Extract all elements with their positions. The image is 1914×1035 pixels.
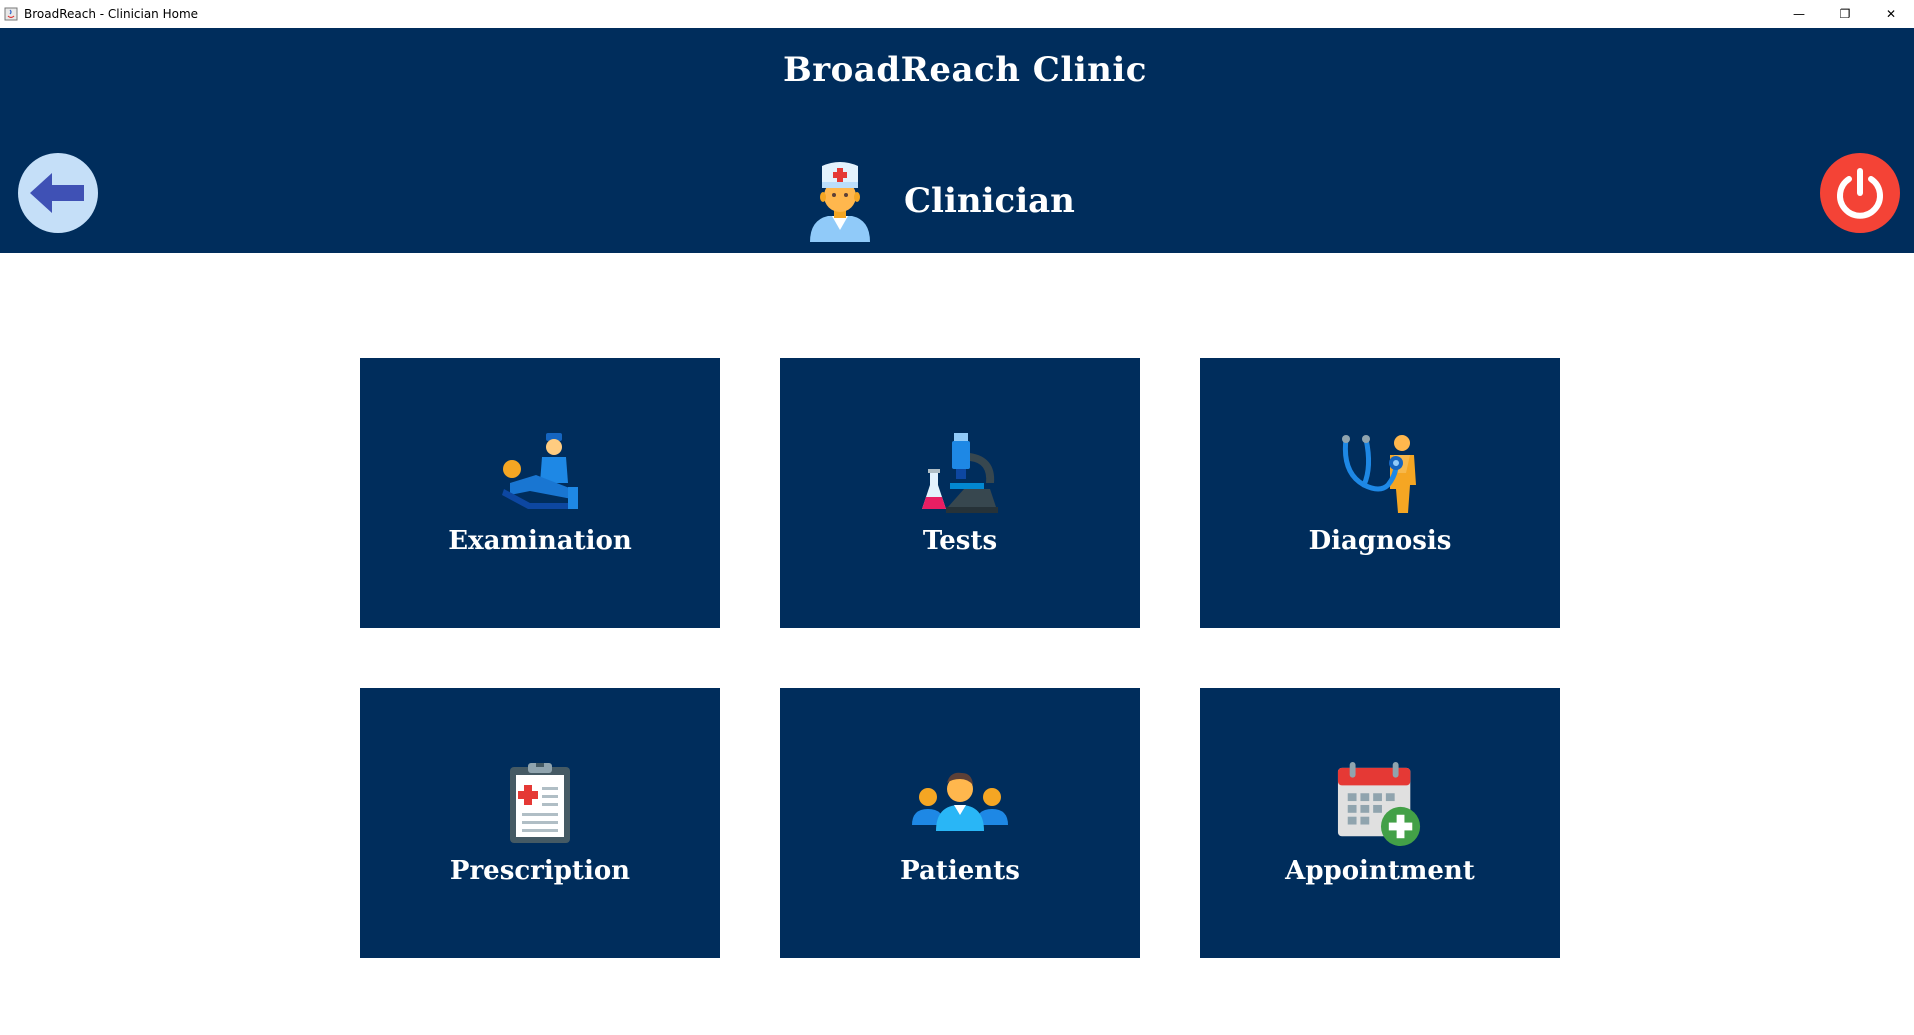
role-section: Clinician — [806, 160, 1075, 242]
minimize-button[interactable]: — — [1776, 0, 1822, 28]
role-label: Clinician — [904, 181, 1075, 221]
java-app-icon — [4, 7, 18, 21]
power-icon — [1837, 168, 1883, 219]
back-arrow-icon — [30, 173, 84, 213]
window-controls: — ❐ ✕ — [1776, 0, 1914, 28]
doctor-avatar-icon — [810, 162, 870, 242]
stethoscope-icon — [1342, 435, 1416, 513]
calendar-add-icon — [1337, 761, 1421, 847]
tile-label: Prescription — [449, 856, 631, 886]
app-header: BroadReach Clinic Clinician — [0, 28, 1914, 253]
patients-group-icon — [912, 772, 1008, 831]
clinic-name: BroadReach Clinic — [782, 50, 1148, 90]
tile-label: Examination — [448, 526, 632, 556]
microscope-icon — [922, 433, 998, 513]
clipboard-icon — [510, 763, 570, 843]
tile-label: Appointment — [1285, 856, 1475, 886]
restore-button[interactable]: ❐ — [1822, 0, 1868, 28]
tile-label: Diagnosis — [1308, 526, 1452, 556]
tile-prescription[interactable]: Prescription — [360, 688, 720, 958]
tile-diagnosis[interactable]: Diagnosis — [1200, 358, 1560, 628]
window-title: BroadReach - Clinician Home — [24, 7, 199, 21]
tile-label: Patients — [900, 856, 1020, 886]
examination-icon — [502, 433, 578, 509]
window-titlebar: BroadReach - Clinician Home — ❐ ✕ — [0, 0, 1914, 28]
tile-appointment[interactable]: Appointment — [1200, 688, 1560, 958]
tile-examination[interactable]: Examination — [360, 358, 720, 628]
back-button[interactable] — [18, 153, 98, 233]
tile-label: Tests — [922, 526, 998, 556]
tile-patients[interactable]: Patients — [780, 688, 1140, 958]
logout-button[interactable] — [1820, 153, 1900, 233]
tile-tests[interactable]: Tests — [780, 358, 1140, 628]
close-button[interactable]: ✕ — [1868, 0, 1914, 28]
